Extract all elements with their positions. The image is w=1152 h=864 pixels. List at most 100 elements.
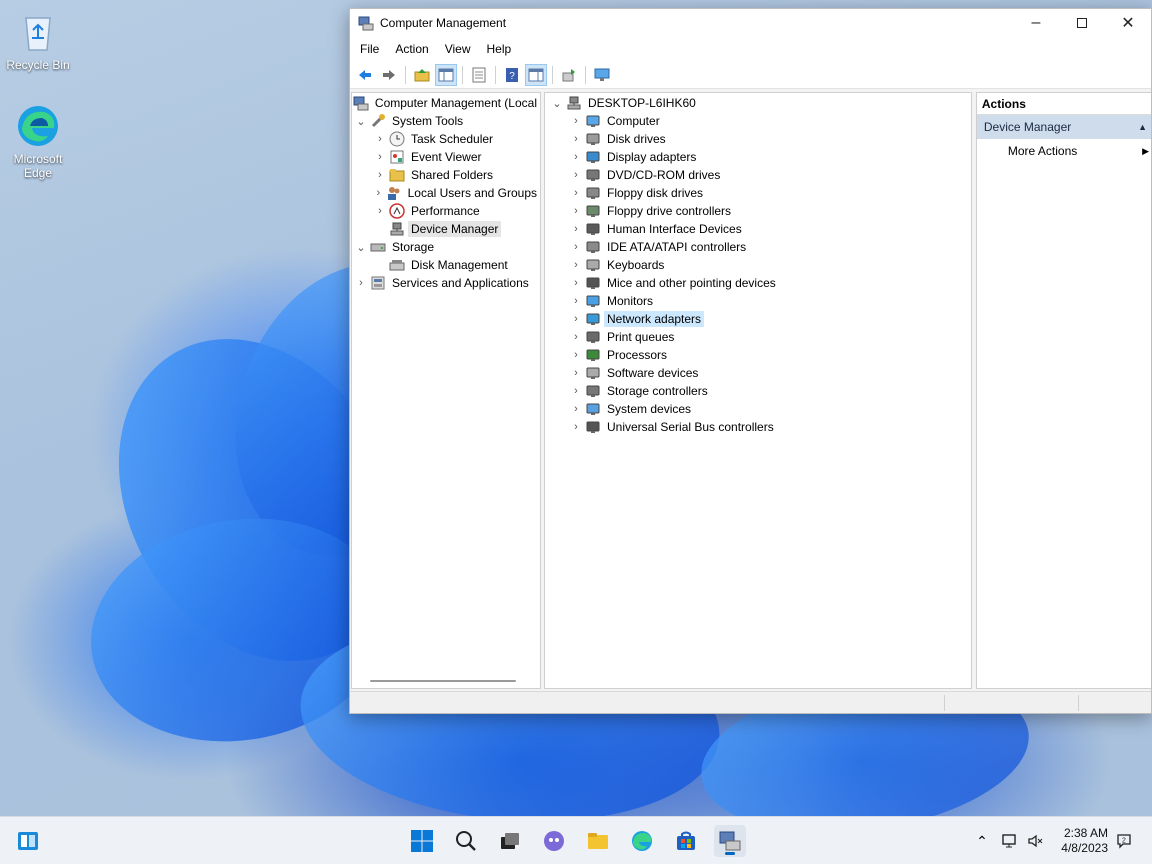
desktop-icon-edge[interactable]: Microsoft Edge <box>0 104 76 180</box>
tree-node-system-tools[interactable]: ⌄ System Tools <box>352 112 540 130</box>
chevron-right-icon[interactable]: › <box>371 205 389 217</box>
device-category-monitors[interactable]: › Monitors <box>545 292 971 310</box>
system-clock[interactable]: 2:38 AM 4/8/2023 <box>1061 826 1108 856</box>
chevron-right-icon[interactable]: › <box>567 241 585 253</box>
menu-view[interactable]: View <box>437 37 479 61</box>
device-category-floppy-disk-drives[interactable]: › Floppy disk drives <box>545 184 971 202</box>
file-explorer-button[interactable] <box>582 825 614 857</box>
minimize-button[interactable]: – <box>1013 9 1059 37</box>
device-category-label: Print queues <box>607 330 675 344</box>
console-tree-pane[interactable]: Computer Management (Local ⌄ System Tool… <box>351 92 541 689</box>
chevron-right-icon[interactable]: › <box>567 133 585 145</box>
chevron-right-icon[interactable]: › <box>567 331 585 343</box>
show-hide-action-pane-button[interactable] <box>525 63 547 86</box>
chevron-right-icon[interactable]: › <box>567 367 585 379</box>
device-host-node[interactable]: ⌄ DESKTOP-L6IHK60 <box>545 94 971 112</box>
store-button[interactable] <box>670 825 702 857</box>
title-bar[interactable]: Computer Management – ✕ <box>350 9 1151 37</box>
update-driver-button[interactable] <box>558 64 580 86</box>
chevron-right-icon[interactable]: › <box>352 277 370 289</box>
device-category-floppy-drive-controllers[interactable]: › Floppy drive controllers <box>545 202 971 220</box>
chevron-right-icon[interactable]: › <box>567 313 585 325</box>
close-button[interactable]: ✕ <box>1105 9 1151 37</box>
search-button[interactable] <box>450 825 482 857</box>
chevron-right-icon[interactable]: › <box>567 205 585 217</box>
chevron-right-icon[interactable]: › <box>371 187 386 199</box>
network-tray-button[interactable] <box>1000 831 1020 851</box>
menu-help[interactable]: Help <box>479 37 520 61</box>
more-actions-item[interactable]: More Actions ▶ <box>977 139 1151 163</box>
tree-node-task-scheduler[interactable]: › Task Scheduler <box>352 130 540 148</box>
widgets-button[interactable] <box>12 825 44 857</box>
device-category-print-queues[interactable]: › Print queues <box>545 328 971 346</box>
chevron-right-icon[interactable]: › <box>567 349 585 361</box>
device-category-universal-serial-bus-controllers[interactable]: › Universal Serial Bus controllers <box>545 418 971 436</box>
device-category-system-devices[interactable]: › System devices <box>545 400 971 418</box>
device-category-ide-ata-atapi-controllers[interactable]: › IDE ATA/ATAPI controllers <box>545 238 971 256</box>
device-category-storage-controllers[interactable]: › Storage controllers <box>545 382 971 400</box>
task-view-button[interactable] <box>494 825 526 857</box>
chevron-right-icon[interactable]: › <box>371 169 389 181</box>
chevron-right-icon[interactable]: › <box>567 187 585 199</box>
device-category-dvd-cd-rom-drives[interactable]: › DVD/CD-ROM drives <box>545 166 971 184</box>
chevron-right-icon[interactable]: › <box>567 223 585 235</box>
forward-button[interactable] <box>378 64 400 86</box>
device-category-human-interface-devices[interactable]: › Human Interface Devices <box>545 220 971 238</box>
device-category-network-adapters[interactable]: › Network adapters <box>545 310 971 328</box>
toolbar-separator <box>495 65 496 84</box>
help-button[interactable]: ? <box>501 64 523 86</box>
properties-button[interactable] <box>468 64 490 86</box>
chevron-right-icon[interactable]: › <box>567 421 585 433</box>
tree-node-root[interactable]: Computer Management (Local <box>352 94 540 112</box>
menu-action[interactable]: Action <box>387 37 436 61</box>
actions-section-device-manager[interactable]: Device Manager ▲ <box>976 115 1151 139</box>
device-category-icon <box>585 275 601 291</box>
chevron-right-icon[interactable]: › <box>567 295 585 307</box>
widgets-icon <box>18 832 38 850</box>
chevron-right-icon[interactable]: › <box>567 385 585 397</box>
device-list-pane[interactable]: ⌄ DESKTOP-L6IHK60 › Computer › Disk drives ›… <box>544 92 972 689</box>
computer-management-taskbar-button[interactable] <box>714 825 746 857</box>
notifications-button[interactable]: 2 <box>1114 831 1134 851</box>
show-hidden-icons-button[interactable]: ⌃ <box>972 831 992 851</box>
tree-node-event-viewer[interactable]: › Event Viewer <box>352 148 540 166</box>
chevron-right-icon[interactable]: › <box>567 169 585 181</box>
chevron-right-icon[interactable]: › <box>371 133 389 145</box>
chevron-right-icon[interactable]: › <box>567 151 585 163</box>
show-hide-console-tree-button[interactable] <box>435 63 457 86</box>
device-category-disk-drives[interactable]: › Disk drives <box>545 130 971 148</box>
chevron-right-icon[interactable]: › <box>567 115 585 127</box>
tree-node-storage[interactable]: ⌄ Storage <box>352 238 540 256</box>
chevron-right-icon[interactable]: › <box>567 277 585 289</box>
tree-node-shared-folders[interactable]: › Shared Folders <box>352 166 540 184</box>
menu-file[interactable]: File <box>352 37 387 61</box>
chevron-right-icon[interactable]: › <box>371 151 389 163</box>
maximize-button[interactable] <box>1059 9 1105 37</box>
chevron-down-icon[interactable]: ⌄ <box>352 115 370 128</box>
device-category-processors[interactable]: › Processors <box>545 346 971 364</box>
tree-node-disk-management[interactable]: Disk Management <box>352 256 540 274</box>
device-category-display-adapters[interactable]: › Display adapters <box>545 148 971 166</box>
up-one-level-button[interactable] <box>411 64 433 86</box>
volume-tray-button[interactable] <box>1026 831 1046 851</box>
chevron-down-icon[interactable]: ⌄ <box>352 241 370 254</box>
edge-icon <box>16 104 60 148</box>
device-category-mice-and-other-pointing-devices[interactable]: › Mice and other pointing devices <box>545 274 971 292</box>
tree-node-local-users[interactable]: › Local Users and Groups <box>352 184 540 202</box>
device-category-computer[interactable]: › Computer <box>545 112 971 130</box>
chat-button[interactable] <box>538 825 570 857</box>
horizontal-scrollbar[interactable] <box>370 680 516 682</box>
chevron-right-icon[interactable]: › <box>567 259 585 271</box>
chevron-down-icon[interactable]: ⌄ <box>548 97 566 110</box>
scan-hardware-button[interactable] <box>591 64 613 86</box>
chevron-right-icon[interactable]: › <box>567 403 585 415</box>
device-category-software-devices[interactable]: › Software devices <box>545 364 971 382</box>
desktop-icon-recycle-bin[interactable]: Recycle Bin <box>0 10 76 72</box>
tree-node-services[interactable]: › Services and Applications <box>352 274 540 292</box>
edge-button[interactable] <box>626 825 658 857</box>
tree-node-performance[interactable]: › Performance <box>352 202 540 220</box>
start-button[interactable] <box>406 825 438 857</box>
back-button[interactable] <box>354 64 376 86</box>
tree-node-device-manager[interactable]: Device Manager <box>352 220 540 238</box>
device-category-keyboards[interactable]: › Keyboards <box>545 256 971 274</box>
